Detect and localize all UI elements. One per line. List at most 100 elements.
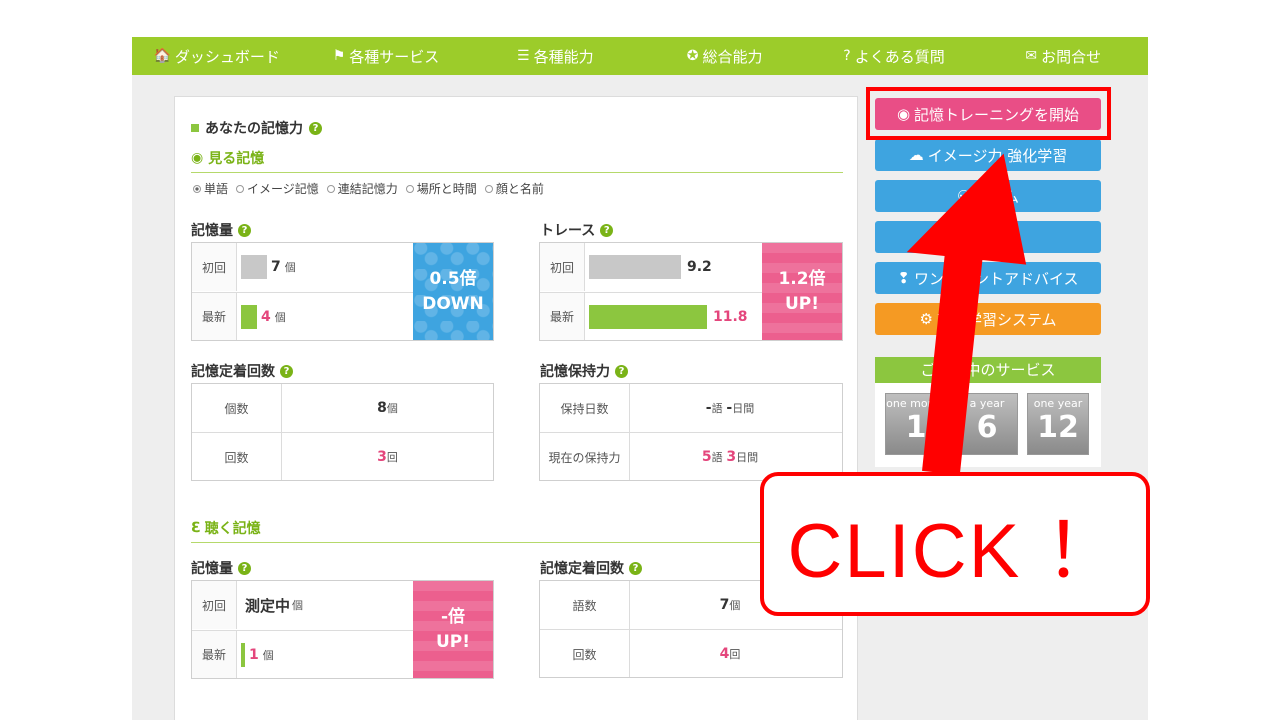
- ear-icon: ℇ: [191, 520, 200, 536]
- fix-times-cell: 3回: [282, 433, 493, 481]
- memory-type-radios: 単語 イメージ記憶 連結記憶力 場所と時間 顔と名前: [193, 180, 544, 197]
- sidebar-button-4[interactable]: る: [875, 221, 1101, 253]
- callout-text: CLICK ！: [787, 509, 1123, 594]
- unit: 個: [386, 402, 398, 415]
- nav-dashboard[interactable]: 🏠 ダッシュボード: [132, 46, 301, 67]
- aud-amount-label: 記憶量?: [191, 558, 251, 578]
- advice-button[interactable]: ❢ ワンポイントアドバイス: [875, 262, 1101, 294]
- fix-card: 個数 8個 回数 3回: [191, 383, 494, 481]
- value: 3: [377, 449, 387, 465]
- question-icon: ?: [843, 48, 851, 64]
- unit: 日間: [736, 451, 759, 464]
- auditory-memory-heading: ℇ 聴く記憶: [191, 518, 843, 543]
- help-icon[interactable]: ?: [238, 561, 251, 575]
- help-icon[interactable]: ?: [600, 223, 614, 237]
- badge-value: 0.5倍: [429, 268, 477, 289]
- click-callout: CLICK ！: [760, 472, 1150, 616]
- advanced-system-button[interactable]: ⚙ 高度学習システム: [875, 303, 1101, 335]
- row-label: 個数: [224, 401, 249, 416]
- latest-bar: [589, 304, 707, 329]
- home-icon: 🏠: [153, 48, 171, 64]
- trace-latest-value: 11.8: [713, 308, 748, 325]
- image-training-button[interactable]: ☁ イメージ力 強化学習: [875, 139, 1101, 171]
- row-label: 最新: [192, 631, 237, 678]
- trace-label: トレース?: [540, 220, 614, 240]
- nav-label: お問合せ: [1041, 47, 1102, 66]
- nav-label: 各種能力: [533, 47, 594, 66]
- help-icon[interactable]: ?: [629, 561, 642, 575]
- radio-image[interactable]: イメージ記憶: [236, 180, 319, 197]
- nav-contact[interactable]: ✉ お問合せ: [979, 46, 1148, 67]
- help-icon[interactable]: ?: [309, 121, 322, 135]
- radio-label: 単語: [204, 182, 229, 196]
- badge-text: UP!: [435, 631, 471, 652]
- unit: 個: [292, 599, 304, 612]
- eye-icon: ◉: [191, 150, 204, 166]
- unit: 語: [711, 451, 723, 464]
- help-icon[interactable]: ?: [280, 364, 293, 378]
- help-icon[interactable]: ?: [238, 223, 251, 237]
- star-badge-icon: ✪: [686, 48, 699, 64]
- button-label: ワンポイントアドバイス: [914, 269, 1079, 288]
- badge-text: DOWN: [422, 293, 484, 314]
- aud-latest-value: 1: [249, 646, 259, 663]
- value: 5: [701, 449, 712, 465]
- row-label: 現在の保持力: [548, 450, 621, 465]
- gamepad-icon: ⚇: [956, 187, 971, 205]
- visual-memory-title: 見る記憶: [208, 151, 265, 167]
- game-button[interactable]: ⚇ ゲーム: [875, 180, 1101, 212]
- row-label: 初回: [192, 581, 237, 629]
- services-panel: ご利用中のサービス one month 1 a year 6 one year 12: [875, 357, 1101, 467]
- visual-memory-heading: ◉ 見る記憶: [191, 148, 843, 173]
- trace-card: 初回 9.2 最新 11.8 1.2倍 UP!: [539, 242, 843, 341]
- aud-fix-times-cell: 4回: [630, 630, 830, 678]
- fix-count-cell: 8個: [282, 384, 493, 432]
- service-one-year[interactable]: one year 12: [1027, 393, 1089, 455]
- cloud-icon: ☁: [908, 146, 924, 164]
- nav-faq[interactable]: ? よくある質問: [809, 46, 978, 67]
- unit: 回: [729, 648, 741, 661]
- radio-linked[interactable]: 連結記憶力: [326, 180, 398, 197]
- value: 7: [719, 597, 730, 613]
- retention-days-cell: -語 - 日間: [630, 384, 830, 432]
- service-number: 1: [905, 410, 927, 445]
- unit: 個: [262, 648, 274, 662]
- nav-label: ダッシュボード: [174, 47, 280, 66]
- radio-face-name[interactable]: 顔と名前: [484, 180, 544, 197]
- radio-label: 連結記憶力: [337, 182, 398, 196]
- nav-abilities[interactable]: ☰ 各種能力: [471, 46, 640, 67]
- help-icon[interactable]: ?: [615, 364, 628, 378]
- radio-place-time[interactable]: 場所と時間: [405, 180, 477, 197]
- row-label: 初回: [192, 243, 237, 291]
- amount-latest-value: 4: [261, 308, 271, 325]
- panel-title: あなたの記憶力 ?: [191, 118, 322, 138]
- memory-panel: あなたの記憶力 ? ◉ 見る記憶 単語 イメージ記憶 連結記憶力 場所と時間 顔…: [174, 96, 858, 720]
- row-label: 語数: [572, 598, 597, 613]
- ratio-badge: 0.5倍 DOWN: [413, 243, 493, 340]
- flag-icon: ⚑: [332, 48, 346, 64]
- radio-label: 場所と時間: [416, 182, 477, 196]
- nav-overall[interactable]: ✪ 総合能力: [640, 46, 809, 67]
- radio-dot-icon: [326, 184, 335, 193]
- unit: 個: [284, 261, 296, 274]
- first-bar: [241, 255, 267, 279]
- gears-icon: ⚙: [919, 310, 933, 328]
- fix-label-text: 記憶定着回数: [191, 364, 275, 380]
- amount-first-value: 7: [271, 259, 281, 275]
- unit: 個: [274, 310, 286, 324]
- button-label: 高度学習システム: [936, 310, 1057, 329]
- service-one-month[interactable]: one month 1: [885, 393, 947, 455]
- value: 8: [377, 400, 387, 416]
- unit: 回: [386, 451, 398, 464]
- service-half-year[interactable]: a year 6: [956, 393, 1018, 455]
- aud-amount-card: 初回 測定中個 最新 1個 -倍 UP!: [191, 580, 494, 679]
- retention-card: 保持日数 -語 - 日間 現在の保持力 5語 3 日間: [539, 383, 843, 481]
- button-label: る: [982, 228, 998, 247]
- amount-label-text: 記憶量: [191, 223, 233, 239]
- nav-services[interactable]: ⚑ 各種サービス: [301, 46, 470, 67]
- top-nav: 🏠 ダッシュボード ⚑ 各種サービス ☰ 各種能力 ✪ 総合能力 ? よくある質問 ✉ お問…: [132, 37, 1148, 75]
- radio-word[interactable]: 単語: [193, 180, 228, 197]
- row-label: 最新: [192, 293, 237, 340]
- fix-label-text: 記憶定着回数: [540, 561, 624, 577]
- bullet-square-icon: [191, 124, 199, 132]
